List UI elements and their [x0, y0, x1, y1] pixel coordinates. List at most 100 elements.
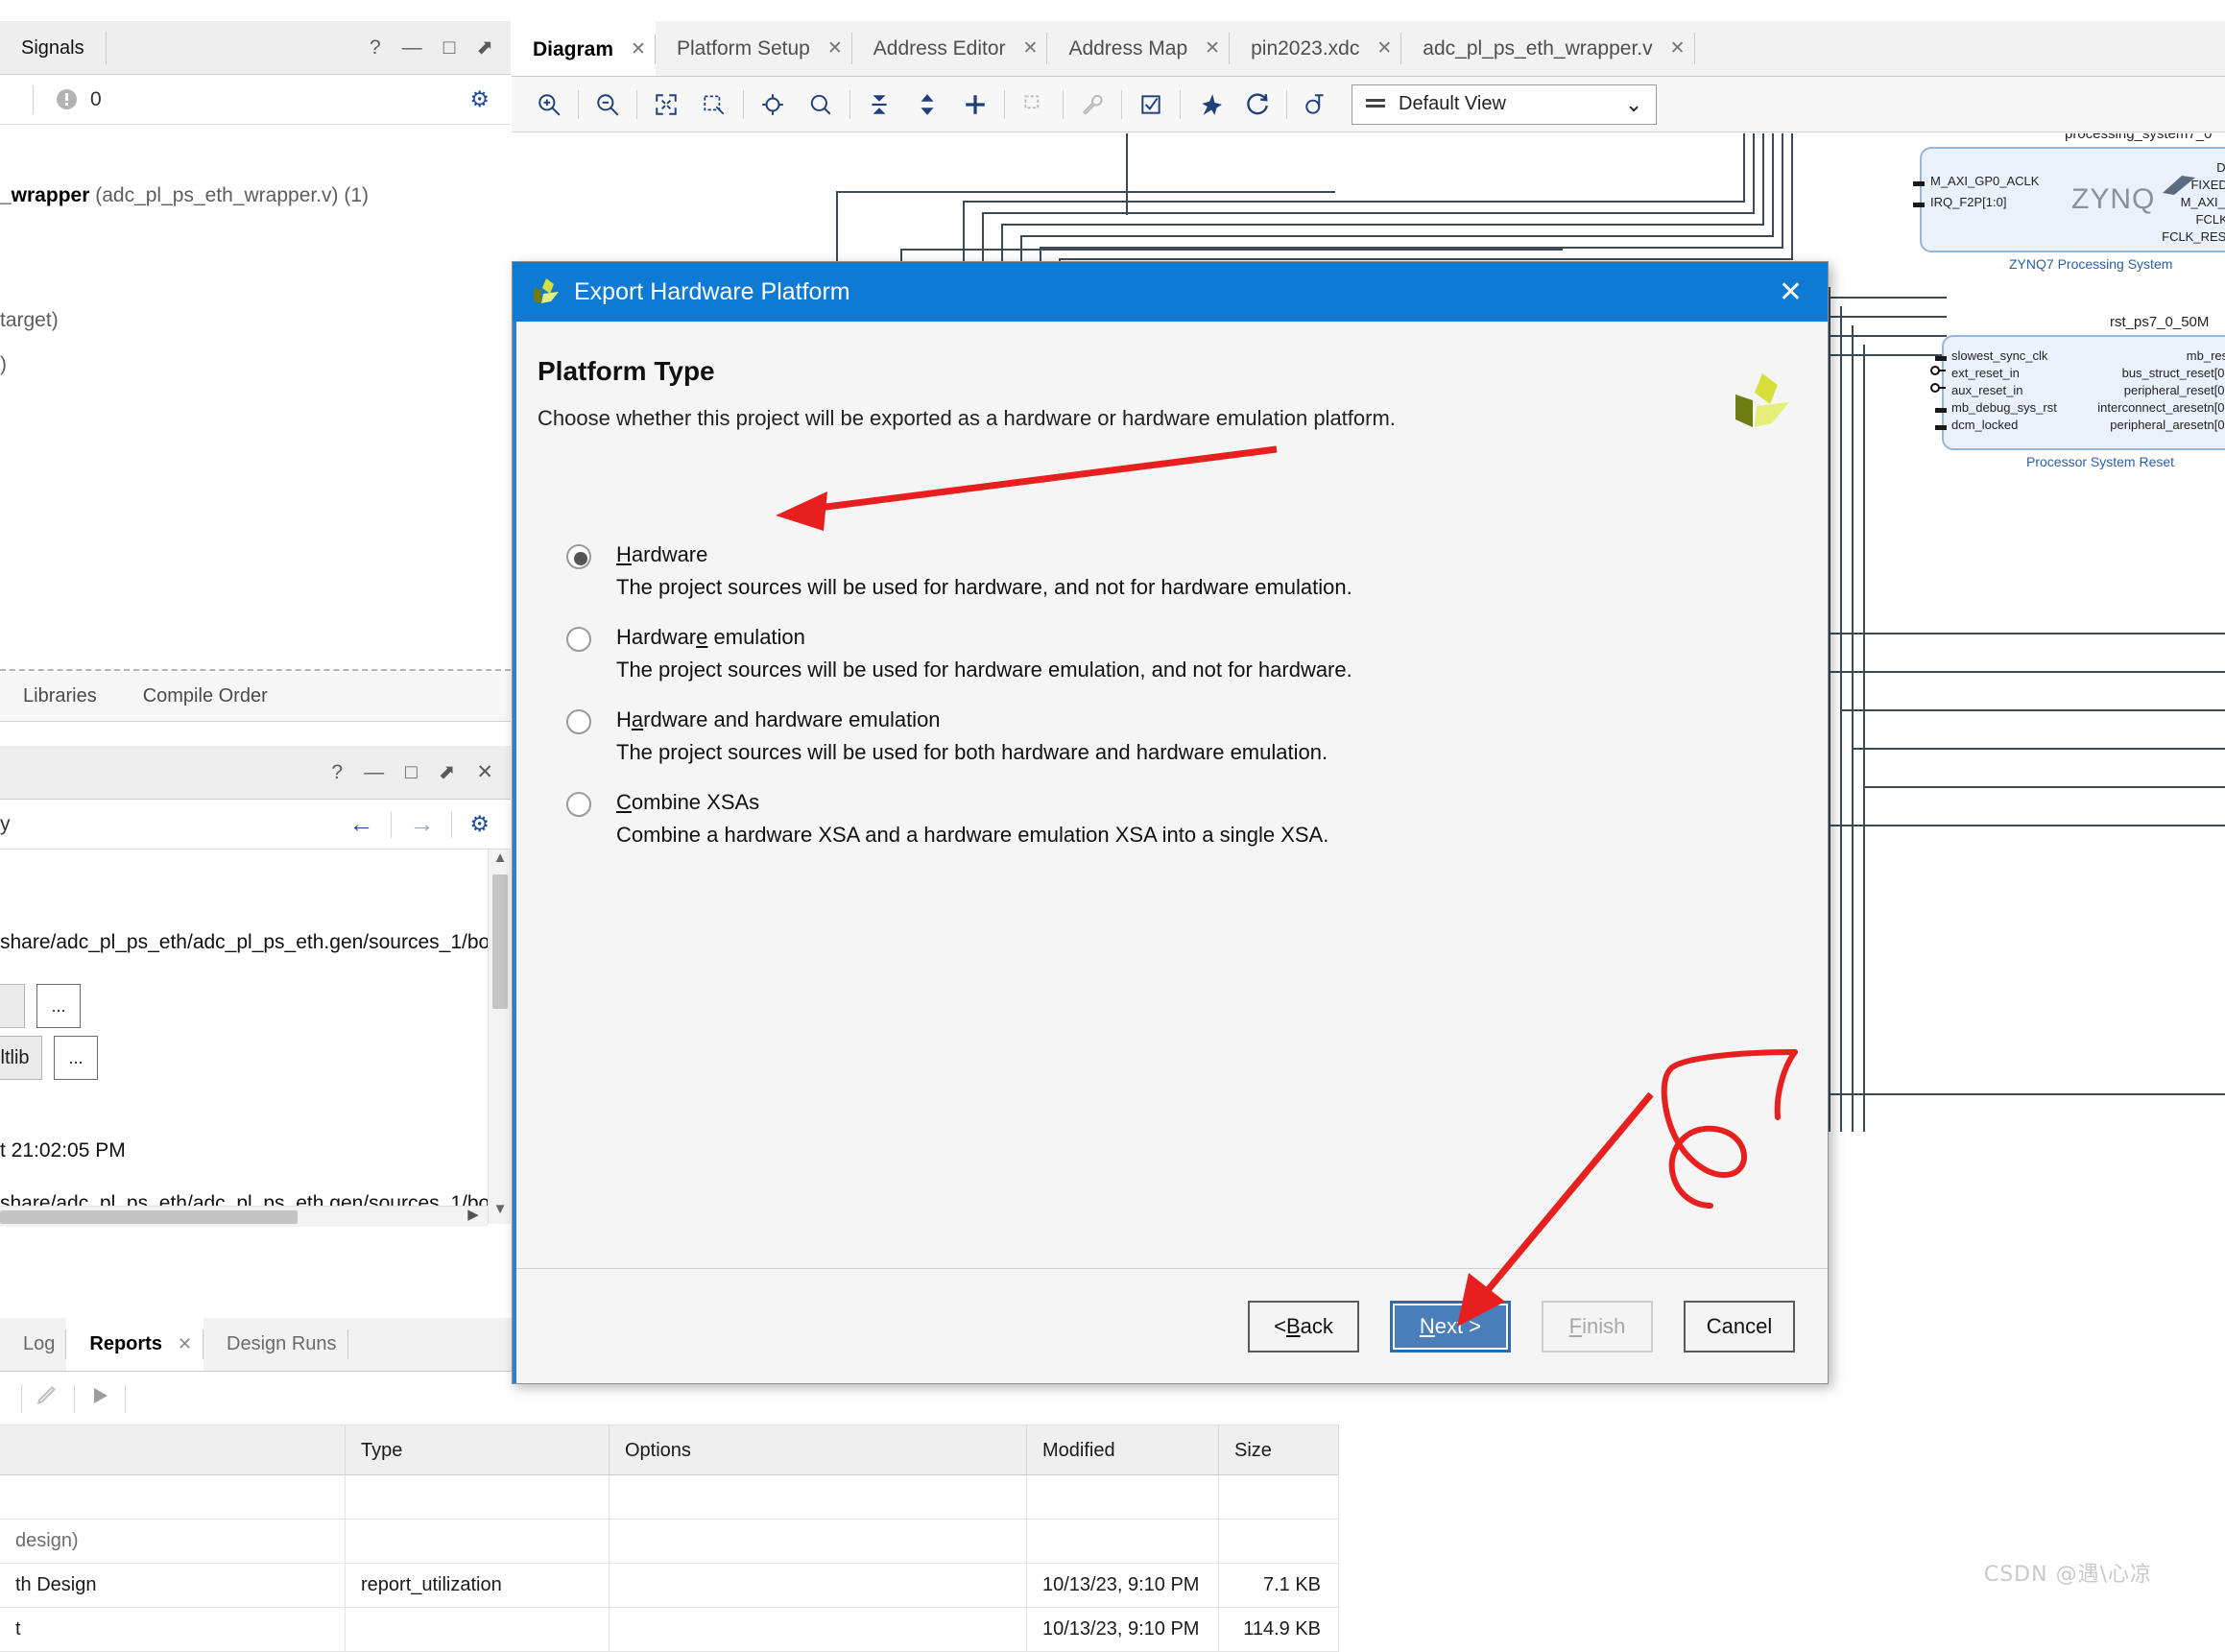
tab-wrapper-v[interactable]: adc_pl_ps_eth_wrapper.v ✕ [1401, 21, 1695, 76]
vscroll-thumb[interactable] [492, 874, 508, 1009]
wire [836, 191, 1335, 193]
validate-design-icon[interactable] [1127, 84, 1175, 126]
radio-button[interactable] [566, 627, 591, 652]
col-type[interactable]: Type [346, 1425, 610, 1475]
back-arrow-icon[interactable]: ← [348, 809, 373, 839]
help-icon[interactable]: ? [331, 762, 343, 782]
tree-item-paren[interactable]: ) [0, 353, 7, 376]
table-row[interactable] [0, 1475, 1339, 1520]
pin-icon[interactable] [1185, 84, 1233, 126]
browse-button-1[interactable]: ... [36, 984, 81, 1028]
zoom-area-icon[interactable] [690, 84, 738, 126]
close-icon[interactable]: ✕ [827, 37, 843, 60]
tab-log[interactable]: Log [0, 1318, 67, 1371]
col-options[interactable]: Options [610, 1425, 1027, 1475]
tree-item-target[interactable]: target) [0, 309, 59, 332]
radio-button[interactable] [566, 792, 591, 817]
tab-address-editor[interactable]: Address Editor ✕ [852, 21, 1048, 76]
scroll-right-arrow-icon[interactable]: ▶ [459, 1206, 488, 1227]
close-icon[interactable]: ✕ [1670, 37, 1686, 60]
close-icon[interactable]: ✕ [631, 38, 646, 60]
pin-label: mb_debug_sys_rst [1951, 400, 2057, 415]
close-icon[interactable]: ✕ [1023, 37, 1039, 60]
col-size[interactable]: Size [1219, 1425, 1339, 1475]
wire [1059, 258, 1793, 260]
tab-reports[interactable]: Reports ✕ [66, 1318, 204, 1371]
cell-name: th Design [0, 1564, 346, 1607]
table-row[interactable]: t 10/13/23, 9:10 PM 114.9 KB [0, 1608, 1339, 1652]
radio-button[interactable] [566, 544, 591, 569]
panel-tab-signals[interactable]: Signals [0, 21, 106, 75]
panel-resize-divider[interactable] [0, 669, 511, 671]
float-icon[interactable]: ⬈ [439, 762, 456, 782]
collapse-all-icon[interactable] [855, 84, 903, 126]
gear-icon[interactable]: ⚙ [469, 86, 490, 112]
wire [1782, 133, 1783, 247]
back-button[interactable]: < Back [1248, 1300, 1359, 1353]
radio-description: The project sources will be used for har… [616, 658, 1352, 682]
btn-mnemonic: B [1285, 1313, 1301, 1338]
close-icon[interactable]: ✕ [476, 762, 493, 782]
col-modified[interactable]: Modified [1027, 1425, 1219, 1475]
properties-vscrollbar[interactable]: ▲ ▼ [488, 850, 511, 1224]
view-selector-dropdown[interactable]: Default View ⌄ [1352, 84, 1658, 125]
zoom-selection-icon[interactable] [749, 84, 797, 126]
pin-marker-inv [1930, 383, 1946, 393]
tree-item-wrapper[interactable]: _wrapper (adc_pl_ps_eth_wrapper.v) (1) [0, 184, 369, 207]
minimize-icon[interactable]: — [402, 37, 422, 58]
btn-pre: < [1274, 1313, 1286, 1338]
run-play-icon[interactable] [88, 1384, 111, 1413]
properties-hscrollbar[interactable] [0, 1206, 488, 1227]
signals-panel-titlebar: Signals ? — □ ⬈ [0, 21, 511, 75]
maximize-icon[interactable]: □ [443, 37, 456, 58]
refresh-icon[interactable] [1233, 84, 1281, 126]
zoom-out-icon[interactable] [584, 84, 632, 126]
close-icon[interactable]: ✕ [178, 1334, 192, 1354]
tab-diagram[interactable]: Diagram ✕ [512, 21, 656, 76]
scroll-up-arrow-icon[interactable]: ▲ [489, 850, 512, 873]
property-path-1[interactable]: share/adc_pl_ps_eth/adc_pl_ps_eth.gen/so… [0, 931, 490, 954]
col-name[interactable] [0, 1425, 346, 1475]
cell-type: report_utilization [346, 1564, 610, 1607]
export-hardware-platform-dialog[interactable]: Export Hardware Platform ✕ Platform Type… [512, 261, 1829, 1384]
fit-to-screen-icon[interactable] [642, 84, 690, 126]
radio-button[interactable] [566, 709, 591, 734]
browse-button-2[interactable]: ... [54, 1036, 98, 1080]
cell-name [0, 1475, 346, 1519]
next-button[interactable]: Next > [1390, 1300, 1511, 1353]
optimize-icon[interactable] [1292, 84, 1340, 126]
close-icon[interactable]: ✕ [1779, 275, 1803, 309]
close-icon[interactable]: ✕ [1205, 37, 1220, 60]
wire [1753, 133, 1755, 212]
zoom-in-icon[interactable] [525, 84, 573, 126]
property-value-box[interactable] [0, 984, 25, 1028]
forward-arrow-icon[interactable]: → [409, 809, 434, 839]
edit-pencil-icon[interactable] [36, 1383, 60, 1414]
subtab-compile-order[interactable]: Compile Order [120, 685, 291, 707]
subtab-libraries[interactable]: Libraries [0, 685, 120, 707]
table-row[interactable]: design) [0, 1520, 1339, 1564]
tab-pin2023-xdc[interactable]: pin2023.xdc ✕ [1230, 21, 1402, 76]
add-ip-icon[interactable] [951, 84, 999, 126]
float-icon[interactable]: ⬈ [476, 37, 493, 58]
tab-design-runs[interactable]: Design Runs [203, 1318, 348, 1371]
scroll-down-arrow-icon[interactable]: ▼ [489, 1201, 512, 1224]
cell-type [346, 1608, 610, 1651]
table-row[interactable]: th Design report_utilization 10/13/23, 9… [0, 1564, 1339, 1608]
tab-address-map[interactable]: Address Map ✕ [1047, 21, 1231, 76]
dialog-titlebar: Export Hardware Platform ✕ [513, 262, 1828, 322]
help-icon[interactable]: ? [370, 37, 381, 58]
minimize-icon[interactable]: — [364, 762, 384, 782]
gear-icon[interactable]: ⚙ [469, 811, 490, 837]
maximize-icon[interactable]: □ [405, 762, 418, 782]
hscroll-thumb[interactable] [0, 1210, 298, 1224]
close-icon[interactable]: ✕ [1376, 37, 1392, 60]
search-icon[interactable] [797, 84, 845, 126]
pin-label: DD [2216, 160, 2225, 175]
zynq-swoosh-icon [2163, 176, 2195, 195]
tab-platform-setup[interactable]: Platform Setup ✕ [656, 21, 852, 76]
library-value[interactable]: ultlib [0, 1036, 42, 1080]
cancel-button[interactable]: Cancel [1684, 1300, 1795, 1353]
label-post: ardware [631, 542, 708, 566]
expand-all-icon[interactable] [903, 84, 951, 126]
